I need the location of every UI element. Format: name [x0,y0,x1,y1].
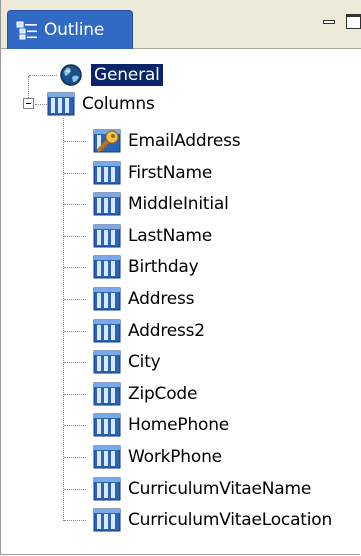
column-icon [93,255,121,279]
tree-connector [64,141,86,142]
tree-connector [64,204,86,205]
outline-icon [16,21,37,40]
outline-tree: General Columns EmailAddress FirstName Mid… [1,48,361,556]
column-icon [93,382,121,406]
minimize-icon[interactable] [321,14,337,30]
column-icon [93,477,121,501]
tree-node-column-label: CurriculumVitaeLocation [128,510,333,530]
key-column-icon [93,129,121,153]
tree-connector [28,76,29,98]
tree-connector [64,457,86,458]
tree-node-general[interactable]: General [59,61,163,89]
tree-node-columns-label: Columns [82,94,155,114]
column-icon [93,508,121,532]
tree-node-column-label: City [128,352,161,372]
column-icon [93,445,121,469]
tree-node-column[interactable]: WorkPhone [93,443,225,471]
tree-connector [35,104,47,105]
tree-connector [64,267,86,268]
tree-connector [64,331,86,332]
tree-node-column-label: Address [128,289,195,309]
tree-node-column-label: HomePhone [128,415,230,435]
tree-connector [64,173,86,174]
tab-outline[interactable]: Outline [7,10,133,49]
tree-connector [64,425,86,426]
view-title-bar: Outline [1,0,361,49]
tab-outline-label: Outline [44,20,105,40]
tree-node-column-label: Address2 [128,321,205,341]
tree-node-column[interactable]: Birthday [93,253,201,281]
maximize-icon[interactable] [345,14,361,30]
tree-connector [64,299,86,300]
column-icon [93,224,121,248]
tree-node-column-label: WorkPhone [128,447,222,467]
columns-icon [47,92,75,116]
tree-node-column[interactable]: MiddleInitial [93,190,232,218]
tree-node-column[interactable]: CurriculumVitaeName [93,475,314,503]
globe-icon [60,64,82,86]
collapse-toggle[interactable] [23,98,34,109]
tree-node-column[interactable]: HomePhone [93,411,232,439]
tree-connector [64,236,86,237]
tree-connector [29,75,57,76]
tree-node-column-label: MiddleInitial [128,194,229,214]
tree-node-column-label: Birthday [128,257,199,277]
column-icon [93,161,121,185]
tree-node-column-label: CurriculumVitaeName [128,479,312,499]
tree-node-column[interactable]: FirstName [93,159,215,187]
tree-connector [64,520,86,521]
tree-connector [64,394,86,395]
tree-connector [64,362,86,363]
tree-node-column-label: EmailAddress [128,131,241,151]
tree-node-column[interactable]: Address [93,285,197,313]
tree-node-column-label: LastName [128,226,212,246]
tree-node-column[interactable]: LastName [93,222,215,250]
column-icon [93,319,121,343]
tree-node-columns[interactable]: Columns [47,90,158,118]
column-icon [93,413,121,437]
tree-node-column[interactable]: City [93,348,164,376]
tree-node-general-label: General [91,64,163,86]
tree-node-column[interactable]: ZipCode [93,380,200,408]
column-icon [93,350,121,374]
column-icon [93,287,121,311]
tree-node-column[interactable]: Address2 [93,317,208,345]
column-icon [93,192,121,216]
tree-node-column-label: ZipCode [128,384,198,404]
tree-node-column-label: FirstName [128,163,213,183]
tree-node-column[interactable]: EmailAddress [93,127,243,155]
tree-connector [64,489,86,490]
tree-node-column[interactable]: CurriculumVitaeLocation [93,506,335,534]
outline-view: Outline General Columns EmailAddress Fir… [0,0,361,556]
tree-connector [63,118,64,521]
